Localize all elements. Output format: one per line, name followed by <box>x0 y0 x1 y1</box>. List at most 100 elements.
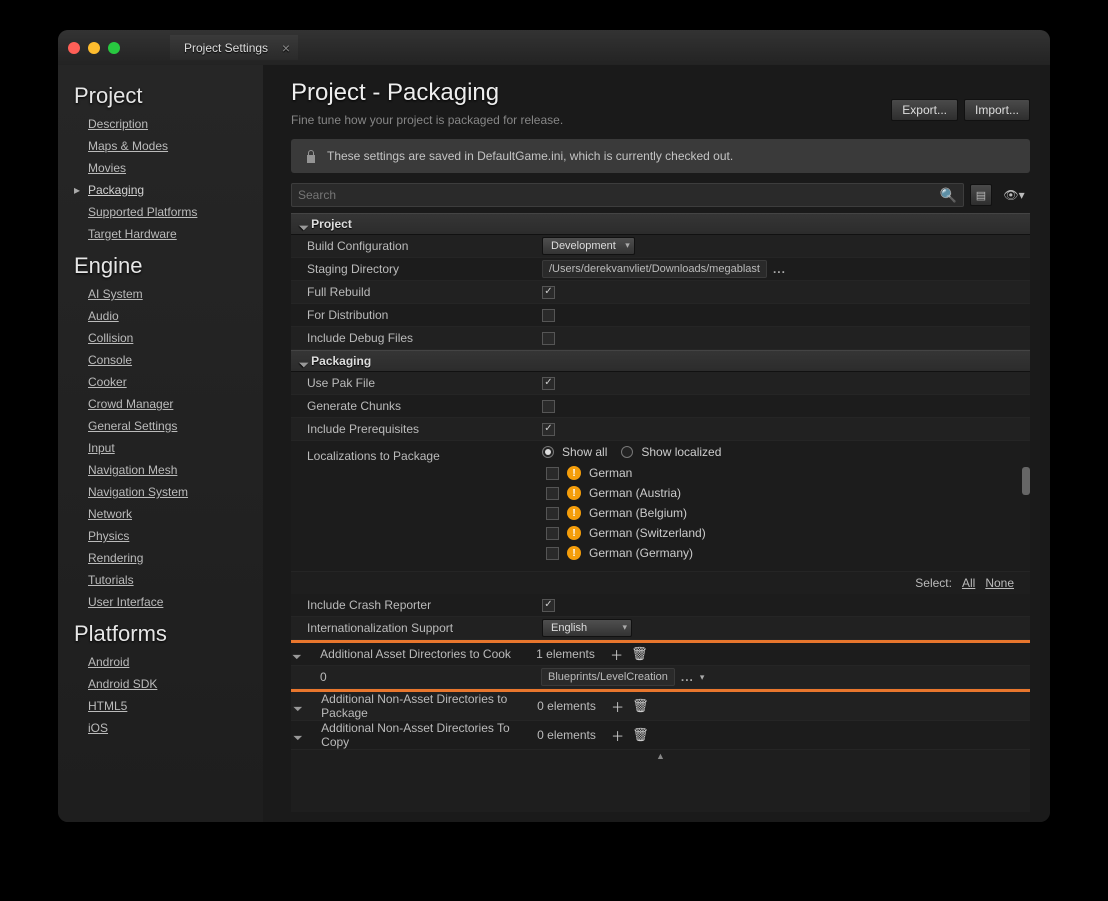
sidebar-item-movies[interactable]: Movies <box>88 157 253 179</box>
browse-button[interactable]: ... <box>773 262 786 276</box>
language-list[interactable]: !German !German (Austria) !German (Belgi… <box>542 463 1030 563</box>
clear-array-button[interactable]: 🗑 <box>628 727 653 743</box>
warning-icon: ! <box>567 546 581 560</box>
close-window-icon[interactable] <box>68 42 80 54</box>
lang-label: German (Germany) <box>589 546 693 560</box>
label-generate-chunks: Generate Chunks <box>291 399 536 413</box>
browse-cook-dir-button[interactable]: ... <box>681 670 694 684</box>
import-button[interactable]: Import... <box>964 99 1030 121</box>
input-staging-directory[interactable]: /Users/derekvanvliet/Downloads/megablast <box>542 260 767 278</box>
checkbox-include-debug-files[interactable] <box>542 332 555 345</box>
sidebar-item-network[interactable]: Network <box>88 503 253 525</box>
checkbox-generate-chunks[interactable] <box>542 400 555 413</box>
sidebar-item-navigation-system[interactable]: Navigation System <box>88 481 253 503</box>
warning-icon: ! <box>567 486 581 500</box>
checkbox-include-prerequisites[interactable] <box>542 423 555 436</box>
sidebar-item-cooker[interactable]: Cooker <box>88 371 253 393</box>
sidebar-item-android-sdk[interactable]: Android SDK <box>88 673 253 695</box>
sidebar-item-user-interface[interactable]: User Interface <box>88 591 253 613</box>
checkbox-lang-german-germany[interactable] <box>546 547 559 560</box>
sidebar-item-physics[interactable]: Physics <box>88 525 253 547</box>
sidebar-item-input[interactable]: Input <box>88 437 253 459</box>
select-all-link[interactable]: All <box>962 576 975 590</box>
sidebar-item-supported-platforms[interactable]: Supported Platforms <box>88 201 253 223</box>
radio-show-all-label: Show all <box>562 445 607 459</box>
array-index-0: 0 <box>291 670 535 684</box>
checkbox-include-crash-reporter[interactable] <box>542 599 555 612</box>
radio-show-all[interactable] <box>542 446 554 458</box>
input-cook-dir-0[interactable]: Blueprints/LevelCreation <box>541 668 675 686</box>
dropdown-build-configuration[interactable]: Development <box>542 237 635 255</box>
settings-list[interactable]: Project Build Configuration Development … <box>291 213 1030 812</box>
section-packaging[interactable]: Packaging <box>291 350 1030 372</box>
label-localizations-to-package: Localizations to Package <box>291 445 536 463</box>
add-element-button[interactable]: ＋ <box>607 697 628 716</box>
sidebar-item-ios[interactable]: iOS <box>88 717 253 739</box>
view-mode-button[interactable]: ▤ <box>970 184 992 206</box>
checkbox-lang-german[interactable] <box>546 467 559 480</box>
element-menu-button[interactable]: ▾ <box>700 672 705 683</box>
label-include-debug-files: Include Debug Files <box>291 331 536 345</box>
language-scrollbar[interactable] <box>1022 467 1030 495</box>
visibility-filter-button[interactable]: 👁▾ <box>998 184 1030 206</box>
sidebar-item-collision[interactable]: Collision <box>88 327 253 349</box>
checkbox-lang-german-switzerland[interactable] <box>546 527 559 540</box>
project-settings-window: Project Settings Project Description Map… <box>58 30 1050 822</box>
dropdown-i18n-support[interactable]: English <box>542 619 632 637</box>
main-panel: Project - Packaging Fine tune how your p… <box>263 65 1050 822</box>
checkbox-for-distribution[interactable] <box>542 309 555 322</box>
radio-show-localized-label: Show localized <box>641 445 721 459</box>
tab-title: Project Settings <box>184 41 268 55</box>
sidebar-item-console[interactable]: Console <box>88 349 253 371</box>
section-project[interactable]: Project <box>291 213 1030 235</box>
sidebar-item-android[interactable]: Android <box>88 651 253 673</box>
select-label: Select: <box>915 576 952 590</box>
warning-icon: ! <box>567 526 581 540</box>
sidebar-item-rendering[interactable]: Rendering <box>88 547 253 569</box>
sidebar-item-target-hardware[interactable]: Target Hardware <box>88 223 253 245</box>
zoom-window-icon[interactable] <box>108 42 120 54</box>
checkbox-lang-german-austria[interactable] <box>546 487 559 500</box>
export-button[interactable]: Export... <box>891 99 958 121</box>
sidebar-item-html5[interactable]: HTML5 <box>88 695 253 717</box>
lang-label: German (Belgium) <box>589 506 687 520</box>
sidebar-item-general-settings[interactable]: General Settings <box>88 415 253 437</box>
highlighted-region: Additional Asset Directories to Cook 1 e… <box>291 640 1030 692</box>
clear-array-button[interactable]: 🗑 <box>628 698 653 714</box>
label-for-distribution: For Distribution <box>291 308 536 322</box>
add-element-button[interactable]: ＋ <box>607 726 628 745</box>
add-element-button[interactable]: ＋ <box>606 645 627 664</box>
sidebar-item-crowd-manager[interactable]: Crowd Manager <box>88 393 253 415</box>
notice-text: These settings are saved in DefaultGame.… <box>327 149 733 163</box>
titlebar: Project Settings <box>58 30 1050 65</box>
label-i18n-support: Internationalization Support <box>291 621 536 635</box>
tab-project-settings[interactable]: Project Settings <box>170 35 298 60</box>
sidebar-item-packaging[interactable]: Packaging <box>88 179 253 201</box>
checkbox-lang-german-belgium[interactable] <box>546 507 559 520</box>
search-box[interactable]: 🔍 <box>291 183 964 207</box>
checkbox-full-rebuild[interactable] <box>542 286 555 299</box>
select-none-link[interactable]: None <box>985 576 1014 590</box>
label-build-configuration: Build Configuration <box>291 239 536 253</box>
window-traffic-lights <box>68 42 120 54</box>
radio-show-localized[interactable] <box>621 446 633 458</box>
search-input[interactable] <box>298 188 940 202</box>
sidebar-item-audio[interactable]: Audio <box>88 305 253 327</box>
array-count-copy: 0 elements <box>537 728 607 742</box>
clear-array-button[interactable]: 🗑 <box>627 646 652 662</box>
sidebar-item-tutorials[interactable]: Tutorials <box>88 569 253 591</box>
minimize-window-icon[interactable] <box>88 42 100 54</box>
label-additional-non-asset-dirs-package: Additional Non-Asset Directories to Pack… <box>305 692 537 720</box>
lang-label: German (Austria) <box>589 486 681 500</box>
label-use-pak-file: Use Pak File <box>291 376 536 390</box>
label-staging-directory: Staging Directory <box>291 262 536 276</box>
checkbox-use-pak-file[interactable] <box>542 377 555 390</box>
collapse-advanced-button[interactable]: ▲ <box>291 750 1030 762</box>
sidebar: Project Description Maps & Modes Movies … <box>58 65 263 822</box>
sidebar-item-maps-modes[interactable]: Maps & Modes <box>88 135 253 157</box>
sidebar-item-navigation-mesh[interactable]: Navigation Mesh <box>88 459 253 481</box>
sidebar-item-ai-system[interactable]: AI System <box>88 283 253 305</box>
label-include-crash-reporter: Include Crash Reporter <box>291 598 536 612</box>
label-include-prerequisites: Include Prerequisites <box>291 422 536 436</box>
sidebar-item-description[interactable]: Description <box>88 113 253 135</box>
